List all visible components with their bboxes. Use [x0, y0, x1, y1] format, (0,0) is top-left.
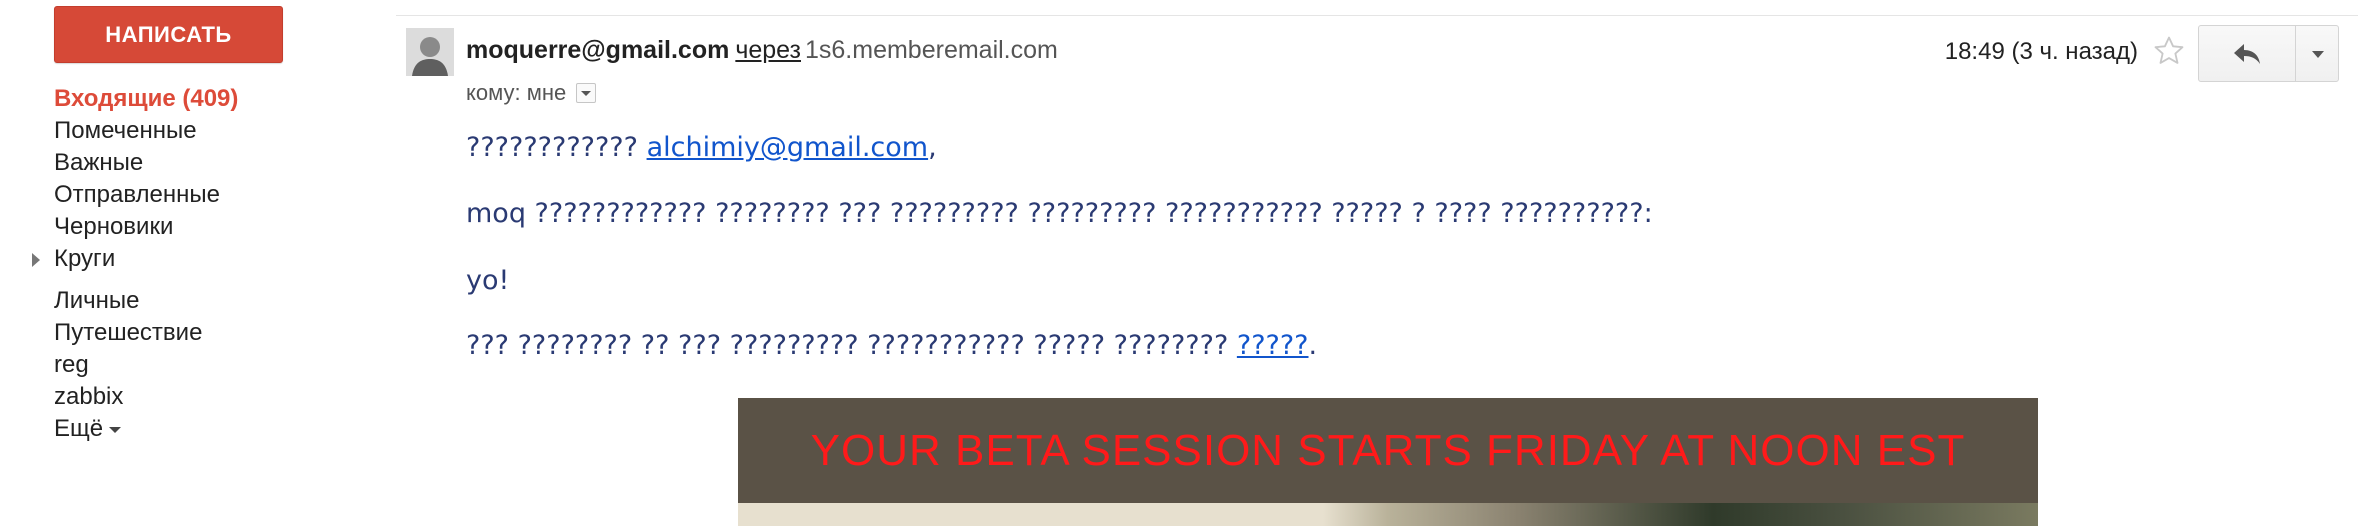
star-icon[interactable] — [2152, 34, 2186, 68]
nav-item-circles[interactable]: Круги — [32, 242, 116, 276]
sender-line: moquerre@gmail.com через 1s6.memberemail.c… — [466, 36, 1058, 65]
message-timestamp: 18:49 (3 ч. назад) — [1944, 38, 2138, 65]
via-domain: 1s6.memberemail.com — [805, 36, 1058, 64]
body-text: ???????????? — [466, 132, 647, 163]
body-line-4: ??? ???????? ?? ??? ????????? ??????????… — [466, 330, 1317, 361]
via-link[interactable]: через — [735, 36, 801, 64]
body-greeting: ???????????? alchimiy@gmail.com, — [466, 132, 937, 163]
nav-item-travel[interactable]: Путешествие — [54, 316, 202, 350]
person-avatar-icon — [406, 28, 454, 76]
nav-item-label: Ещё — [54, 415, 104, 442]
reply-arrow-icon — [2234, 43, 2260, 64]
nav-item-reg[interactable]: reg — [54, 348, 89, 382]
nav-item-starred[interactable]: Помеченные — [54, 114, 197, 148]
sender-email[interactable]: moquerre@gmail.com — [466, 36, 729, 64]
recipient-email-link[interactable]: alchimiy@gmail.com — [647, 132, 929, 163]
body-line-3: yo! — [466, 265, 510, 296]
nav-item-sent[interactable]: Отправленные — [54, 178, 220, 212]
avatar[interactable] — [406, 28, 454, 76]
divider — [396, 15, 2358, 16]
body-text: . — [1308, 330, 1318, 361]
expand-arrow-icon[interactable] — [32, 253, 40, 267]
reply-more-button[interactable] — [2295, 25, 2339, 82]
banner-image — [738, 503, 2038, 526]
nav-item-zabbix[interactable]: zabbix — [54, 380, 123, 414]
email-banner: YOUR BETA SESSION STARTS FRIDAY AT NOON … — [738, 398, 2038, 503]
caret-down-icon — [109, 426, 122, 433]
nav-item-more[interactable]: Ещё — [54, 412, 122, 446]
nav-item-inbox[interactable]: Входящие (409) — [54, 82, 238, 116]
show-details-dropdown[interactable] — [576, 83, 597, 103]
body-text: , — [928, 132, 937, 163]
recipient-label: кому: мне — [466, 80, 567, 105]
body-text: ??? ???????? ?? ??? ????????? ??????????… — [466, 330, 1237, 361]
nav-item-personal[interactable]: Личные — [54, 284, 140, 318]
compose-button[interactable]: НАПИСАТЬ — [54, 6, 283, 63]
body-line-2: moq ???????????? ???????? ??? ????????? … — [466, 198, 1653, 229]
nav-item-label: Круги — [54, 245, 116, 272]
body-link[interactable]: ????? — [1237, 330, 1309, 361]
reply-button[interactable] — [2198, 25, 2296, 82]
recipient-line: кому: мне — [466, 80, 597, 106]
nav-item-important[interactable]: Важные — [54, 146, 143, 180]
banner-title: YOUR BETA SESSION STARTS FRIDAY AT NOON … — [810, 425, 1966, 475]
nav-item-drafts[interactable]: Черновики — [54, 210, 173, 244]
